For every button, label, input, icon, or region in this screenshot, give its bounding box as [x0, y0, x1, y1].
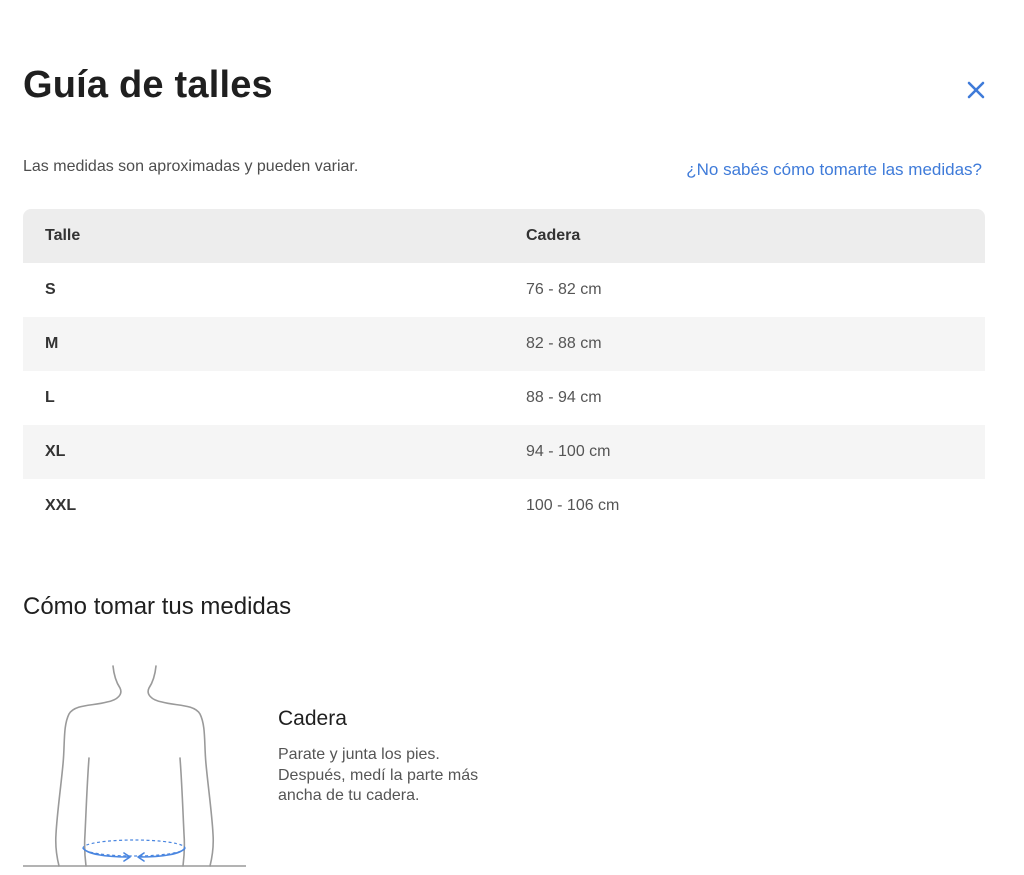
- hip-cell: 76 - 82 cm: [526, 281, 602, 298]
- size-cell: S: [45, 281, 56, 298]
- table-row: S 76 - 82 cm: [23, 263, 985, 317]
- how-to-measure-title: Cómo tomar tus medidas: [23, 593, 292, 620]
- column-header-hip: Cadera: [526, 227, 581, 244]
- hip-measurement-figure: [23, 664, 247, 868]
- hip-cell: 88 - 94 cm: [526, 389, 602, 406]
- hip-cell: 100 - 106 cm: [526, 497, 620, 514]
- intro-row: Las medidas son aproximadas y pueden var…: [23, 158, 984, 182]
- hip-measure-title: Cadera: [278, 707, 347, 730]
- hip-measure-description: Parate y junta los pies. Después, medí l…: [278, 746, 479, 804]
- size-cell: XL: [45, 443, 66, 460]
- hip-cell: 94 - 100 cm: [526, 443, 611, 460]
- measurements-note: Las medidas son aproximadas y pueden var…: [23, 158, 359, 175]
- table-row: L 88 - 94 cm: [23, 371, 985, 425]
- size-table: Talle Cadera S 76 - 82 cm M 82 - 88 cm L…: [23, 209, 985, 533]
- table-row: XXL 100 - 106 cm: [23, 479, 985, 533]
- size-cell: M: [45, 335, 59, 352]
- close-button[interactable]: [962, 76, 990, 104]
- how-to-measure-link[interactable]: ¿No sabés cómo tomarte las medidas?: [686, 160, 982, 180]
- hip-cell: 82 - 88 cm: [526, 335, 602, 352]
- size-guide-modal: Guía de talles Las medidas son aproximad…: [0, 0, 1024, 875]
- table-row: XL 94 - 100 cm: [23, 425, 985, 479]
- page-title: Guía de talles: [23, 64, 273, 106]
- column-header-size: Talle: [45, 227, 81, 244]
- size-cell: XXL: [45, 497, 77, 514]
- size-cell: L: [45, 389, 55, 406]
- close-icon: [967, 81, 985, 99]
- table-row: M 82 - 88 cm: [23, 317, 985, 371]
- table-header-row: Talle Cadera: [23, 209, 985, 263]
- body-outline-hip-measurement-icon: [23, 665, 246, 867]
